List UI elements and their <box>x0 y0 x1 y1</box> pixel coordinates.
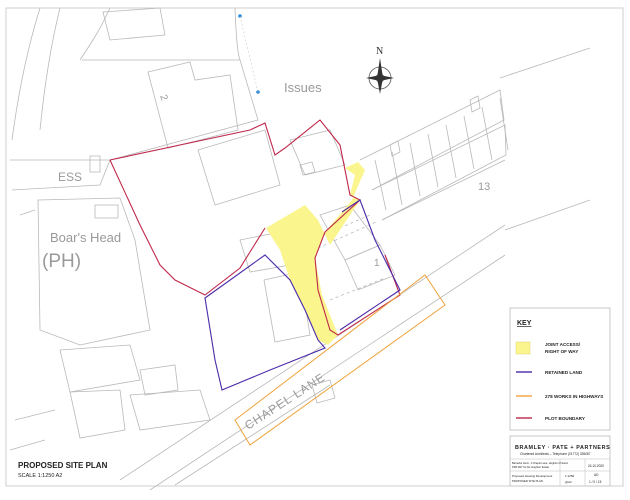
joint-access-area <box>266 162 365 345</box>
firm-subtitle: Chartered Architects – Telephone (01772)… <box>520 452 591 456</box>
key-swatch-joint-access <box>515 341 531 355</box>
description-line-2: PROPOSED SITE PLAN <box>512 479 543 483</box>
key-label-highway-works: 278 WORKS IN HIGHWAYS <box>545 394 603 399</box>
size-cell: @A2 <box>565 480 572 484</box>
firm-name: BRAMLEY · PATE + PARTNERS <box>515 445 610 451</box>
boars-head-label: Boar's Head <box>50 230 121 245</box>
project-line-1: Barracks Farm, 1 Chapel Lane, Hoghton Pr… <box>512 461 569 465</box>
drawing-scale: SCALE 1:1250 A2 <box>18 473 62 479</box>
project-line-2: PR5 0RY for De Hoghton Estate <box>512 465 550 469</box>
public-house-label: (PH) <box>42 251 81 272</box>
revision-cell: AD <box>594 473 599 477</box>
north-arrow-icon: N <box>366 46 394 94</box>
description-line-1: Proposed Housing Development <box>512 474 552 478</box>
key-label-joint-access-2: RIGHT OF WAY <box>545 349 578 354</box>
title-block: BRAMLEY · PATE + PARTNERS Chartered Arch… <box>509 435 611 487</box>
drawing-title: PROPOSED SITE PLAN <box>18 461 108 470</box>
scale-cell: 1:1250 <box>565 474 575 478</box>
plot-boundary-line <box>109 159 266 296</box>
key-label-retained-land: RETAINED LAND <box>545 370 583 375</box>
key-label-joint-access: JOINT ACCESS/ <box>545 342 581 347</box>
survey-line <box>239 15 259 93</box>
north-label: N <box>376 46 383 57</box>
house-number-13: 13 <box>478 181 490 193</box>
site-plan-sheet: Issues ESS Boar's Head (PH) 2 13 1 CHAPE… <box>5 7 624 491</box>
retained-land-boundary <box>339 199 401 331</box>
chapel-lane-label: CHAPEL LANE <box>242 370 328 433</box>
drawing-number: 1 / 0 / 15 <box>589 480 602 484</box>
plot-boundary-line <box>109 119 401 336</box>
drawing-date: 24.10.2020 <box>588 464 604 468</box>
key-panel: KEY JOINT ACCESS/ RIGHT OF WAY RETAINED … <box>509 307 611 431</box>
ess-label: ESS <box>58 170 82 184</box>
house-number-2: 2 <box>157 93 169 102</box>
key-label-plot-boundary: PLOT BOUNDARY <box>545 416 585 421</box>
house-number-1: 1 <box>374 258 380 269</box>
issues-label: Issues <box>284 80 322 95</box>
key-title: KEY <box>517 320 532 327</box>
